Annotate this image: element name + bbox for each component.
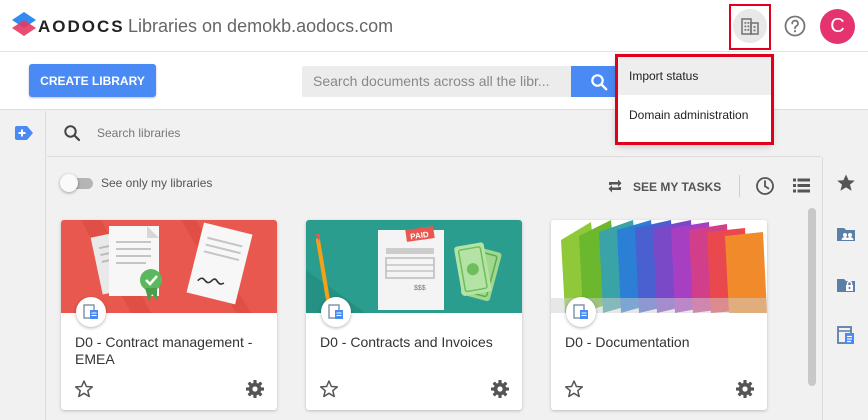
library-type-badge (566, 297, 596, 327)
library-template-icon[interactable] (836, 325, 856, 345)
library-card[interactable]: D0 - Documentation (551, 220, 767, 410)
see-my-tasks-button[interactable]: SEE MY TASKS (633, 180, 721, 194)
create-library-button[interactable]: CREATE LIBRARY (29, 64, 156, 97)
star-filled-icon[interactable] (836, 173, 856, 193)
library-card[interactable]: D0 - Contract management - EMEA (61, 220, 277, 410)
star-outline-icon[interactable] (564, 379, 584, 399)
star-outline-icon[interactable] (319, 379, 339, 399)
library-type-badge (321, 297, 351, 327)
library-title[interactable]: D0 - Contracts and Invoices (320, 334, 510, 351)
library-template-icon (328, 304, 343, 319)
search-icon (591, 73, 608, 90)
gear-icon[interactable] (245, 379, 265, 399)
gear-icon[interactable] (490, 379, 510, 399)
scrollbar[interactable] (808, 208, 816, 386)
toggle-label: See only my libraries (101, 176, 213, 190)
brand-name: AODOCS (38, 17, 125, 36)
clock-icon[interactable] (755, 176, 775, 196)
library-title[interactable]: D0 - Documentation (565, 334, 755, 351)
app-header: AODOCS Libraries on demokb.aodocs.com C (0, 0, 868, 52)
add-library-icon[interactable] (15, 126, 33, 140)
highlight-frame-domain-button (729, 4, 771, 50)
left-rail (0, 111, 46, 420)
aodocs-logo-icon (12, 12, 36, 36)
svg-text:$$$: $$$ (414, 285, 426, 292)
help-circle-icon[interactable] (783, 14, 807, 38)
library-type-badge (76, 297, 106, 327)
avatar[interactable]: C (820, 9, 855, 44)
highlight-frame-menu (615, 54, 774, 145)
list-view-icon[interactable] (793, 178, 810, 193)
shared-folder-icon[interactable] (836, 224, 856, 244)
library-card[interactable]: PAID $$$ D0 - Contracts and Invoices (306, 220, 522, 410)
library-template-icon (83, 304, 98, 319)
library-template-icon (573, 304, 588, 319)
star-outline-icon[interactable] (74, 379, 94, 399)
library-search-input[interactable]: Search libraries (97, 126, 180, 140)
right-rail (822, 157, 868, 420)
library-title[interactable]: D0 - Contract management - EMEA (75, 334, 265, 368)
private-folder-icon[interactable] (836, 275, 856, 295)
gear-icon[interactable] (735, 379, 755, 399)
divider (739, 175, 740, 197)
page-title: Libraries on demokb.aodocs.com (128, 16, 394, 36)
document-search-input[interactable]: Search documents across all the libr... (302, 66, 572, 97)
search-icon (64, 125, 81, 142)
sync-tasks-icon[interactable] (606, 177, 624, 195)
toggle-knob[interactable] (60, 174, 78, 192)
